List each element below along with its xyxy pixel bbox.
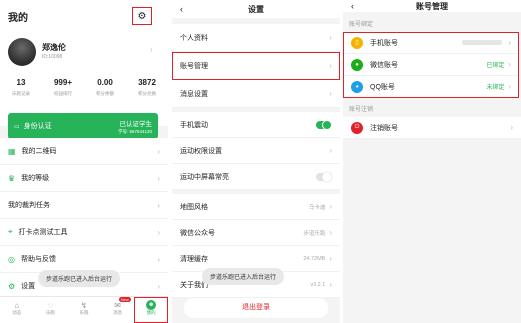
settings-item-permissions[interactable]: 运动权限设置 › bbox=[172, 138, 340, 164]
bind-item-qq[interactable]: ◕ QQ账号 未绑定 › bbox=[343, 76, 519, 98]
stat-exchange[interactable]: 3872 积分兑换 bbox=[126, 78, 168, 97]
bind-list: ▯ 手机账号 › ● 微信账号 已绑定 › ◕ QQ账号 未绑定 › bbox=[343, 32, 519, 98]
power-icon: ⏻ bbox=[351, 121, 363, 134]
phone-number-masked bbox=[462, 40, 503, 45]
nav-bar: ‹ 账号管理 bbox=[343, 0, 521, 12]
stats-row: 13 乐跑记录 999+ 校园排行 0.00 积分余额 3872 积分兑换 bbox=[0, 78, 168, 97]
medal-icon: ♛ bbox=[8, 173, 16, 183]
menu-item-checkin-tool[interactable]: ⌖ 打卡点测试工具 › bbox=[0, 219, 168, 246]
shoe-icon: ↯ bbox=[80, 301, 88, 310]
chevron-right-icon: › bbox=[329, 254, 332, 263]
background-run-toast: 步道乐跑已进入后台运行 bbox=[202, 268, 285, 285]
auth-status: 已认证学生 bbox=[119, 120, 153, 128]
bind-item-wechat[interactable]: ● 微信账号 已绑定 › bbox=[343, 54, 519, 76]
me-screen: 我的 ⚙ 郑逸伦 ID:10098 › 13 乐跑记录 999+ 校园排行 0.… bbox=[0, 0, 168, 323]
user-name: 郑逸伦 bbox=[42, 43, 66, 52]
settings-item-vibration: 手机震动 bbox=[172, 112, 340, 138]
nav-bar: ‹ 设置 bbox=[172, 0, 340, 18]
phone-icon: ▯ bbox=[351, 36, 363, 49]
menu-item-qrcode[interactable]: ▦ 我的二维码 › bbox=[0, 138, 168, 165]
chevron-right-icon: › bbox=[157, 254, 160, 264]
bind-section-header: 账号绑定 bbox=[349, 22, 374, 28]
chevron-right-icon: › bbox=[329, 89, 332, 98]
chevron-right-icon: › bbox=[508, 60, 511, 69]
tab-run[interactable]: ◌ 乐跑 bbox=[34, 297, 68, 323]
chevron-right-icon: › bbox=[510, 123, 513, 132]
chevron-right-icon: › bbox=[157, 227, 160, 237]
back-arrow-icon[interactable]: ‹ bbox=[351, 1, 354, 11]
message-icon: ✉ bbox=[114, 301, 121, 310]
settings-item-account[interactable]: 账号管理 › bbox=[172, 52, 340, 80]
tab-feed[interactable]: ⌂ 动态 bbox=[0, 297, 34, 323]
tab-me[interactable]: ☻ 我的 bbox=[134, 297, 168, 323]
home-icon: ⌂ bbox=[14, 301, 20, 310]
id-card-icon: ▭ bbox=[14, 123, 20, 130]
settings-item-profile[interactable]: 个人资料 › bbox=[172, 24, 340, 52]
background-run-toast: 步道乐跑已进入后台运行 bbox=[38, 270, 121, 287]
chevron-right-icon: › bbox=[329, 146, 332, 155]
chevron-right-icon: › bbox=[508, 82, 511, 91]
wechat-status: 已绑定 bbox=[486, 63, 505, 69]
help-icon: ◎ bbox=[8, 254, 15, 264]
settings-item-screen-on: 运动中屏幕常亮 bbox=[172, 164, 340, 190]
stat-run-records[interactable]: 13 乐跑记录 bbox=[0, 78, 42, 97]
back-arrow-icon[interactable]: ‹ bbox=[180, 4, 183, 14]
stat-balance[interactable]: 0.00 积分余额 bbox=[84, 78, 126, 97]
settings-item-messages[interactable]: 消息设置 › bbox=[172, 80, 340, 108]
chevron-right-icon: › bbox=[329, 61, 332, 70]
chevron-right-icon: › bbox=[329, 228, 332, 237]
page-title: 账号管理 bbox=[416, 1, 448, 11]
profile-icon: ☻ bbox=[146, 300, 157, 310]
auth-label: 身份认证 bbox=[23, 123, 52, 130]
tab-run-2[interactable]: ↯ 乐跑 bbox=[67, 297, 101, 323]
logout-button[interactable]: 退出登录 bbox=[184, 298, 328, 318]
gear-icon: ⚙ bbox=[137, 10, 147, 22]
menu-item-level[interactable]: ♛ 我的等级 › bbox=[0, 165, 168, 192]
bind-item-phone[interactable]: ▯ 手机账号 › bbox=[343, 32, 519, 54]
gear-icon: ⚙ bbox=[8, 281, 16, 291]
chevron-right-icon: › bbox=[157, 200, 160, 210]
settings-item-wechat-official[interactable]: 微信公众号 步道乐跑 › bbox=[172, 220, 340, 246]
wechat-icon: ● bbox=[351, 58, 363, 71]
vibration-toggle[interactable] bbox=[316, 119, 332, 130]
chevron-right-icon: › bbox=[329, 280, 332, 289]
qq-icon: ◕ bbox=[351, 80, 363, 93]
qrcode-icon: ▦ bbox=[8, 146, 16, 156]
cancel-section-header: 账号注销 bbox=[349, 107, 374, 113]
menu-item-help[interactable]: ◎ 帮助与反馈 › bbox=[0, 246, 168, 273]
chevron-right-icon: › bbox=[157, 146, 160, 156]
page-title: 我的 bbox=[8, 13, 28, 24]
settings-button[interactable]: ⚙ bbox=[132, 7, 152, 25]
page-title: 设置 bbox=[248, 4, 264, 14]
chevron-right-icon: › bbox=[157, 173, 160, 183]
new-badge: New bbox=[118, 297, 131, 302]
run-icon: ◌ bbox=[48, 301, 53, 310]
settings-item-map-style[interactable]: 地图风格 乌卡迪 › bbox=[172, 194, 340, 220]
avatar[interactable] bbox=[8, 38, 36, 66]
tab-messages[interactable]: ✉ 消息 New bbox=[101, 297, 135, 323]
qq-status: 未绑定 bbox=[486, 85, 505, 91]
identity-card[interactable]: ▭ 身份认证 已认证学生 学号: 567644120 bbox=[8, 113, 158, 139]
cancel-account-item[interactable]: ⏻ 注销账号 › bbox=[343, 117, 521, 139]
auth-number: 学号: 567644120 bbox=[117, 128, 152, 134]
chevron-right-icon: › bbox=[329, 202, 332, 211]
location-icon: ⌖ bbox=[8, 227, 13, 236]
menu-item-referee-tasks[interactable]: 我的裁判任务 › bbox=[0, 192, 168, 219]
bottom-tab-bar: ⌂ 动态 ◌ 乐跑 ↯ 乐跑 ✉ 消息 New ☻ 我的 bbox=[0, 296, 168, 323]
chevron-right-icon: › bbox=[329, 33, 332, 42]
screen-on-toggle[interactable] bbox=[316, 171, 332, 182]
chevron-right-icon: › bbox=[508, 38, 511, 47]
profile-header: 我的 ⚙ 郑逸伦 ID:10098 › 13 乐跑记录 999+ 校园排行 0.… bbox=[0, 0, 168, 126]
chevron-right-icon[interactable]: › bbox=[150, 45, 153, 54]
account-screen: ‹ 账号管理 账号绑定 ▯ 手机账号 › ● 微信账号 已绑定 › ◕ QQ账号… bbox=[343, 0, 521, 323]
user-id: ID:10098 bbox=[42, 54, 63, 60]
settings-screen: ‹ 设置 个人资料 › 账号管理 › 消息设置 › 手机震动 运动权限设置 › … bbox=[172, 0, 340, 323]
stat-ranking[interactable]: 999+ 校园排行 bbox=[42, 78, 84, 97]
chevron-right-icon: › bbox=[157, 281, 160, 291]
